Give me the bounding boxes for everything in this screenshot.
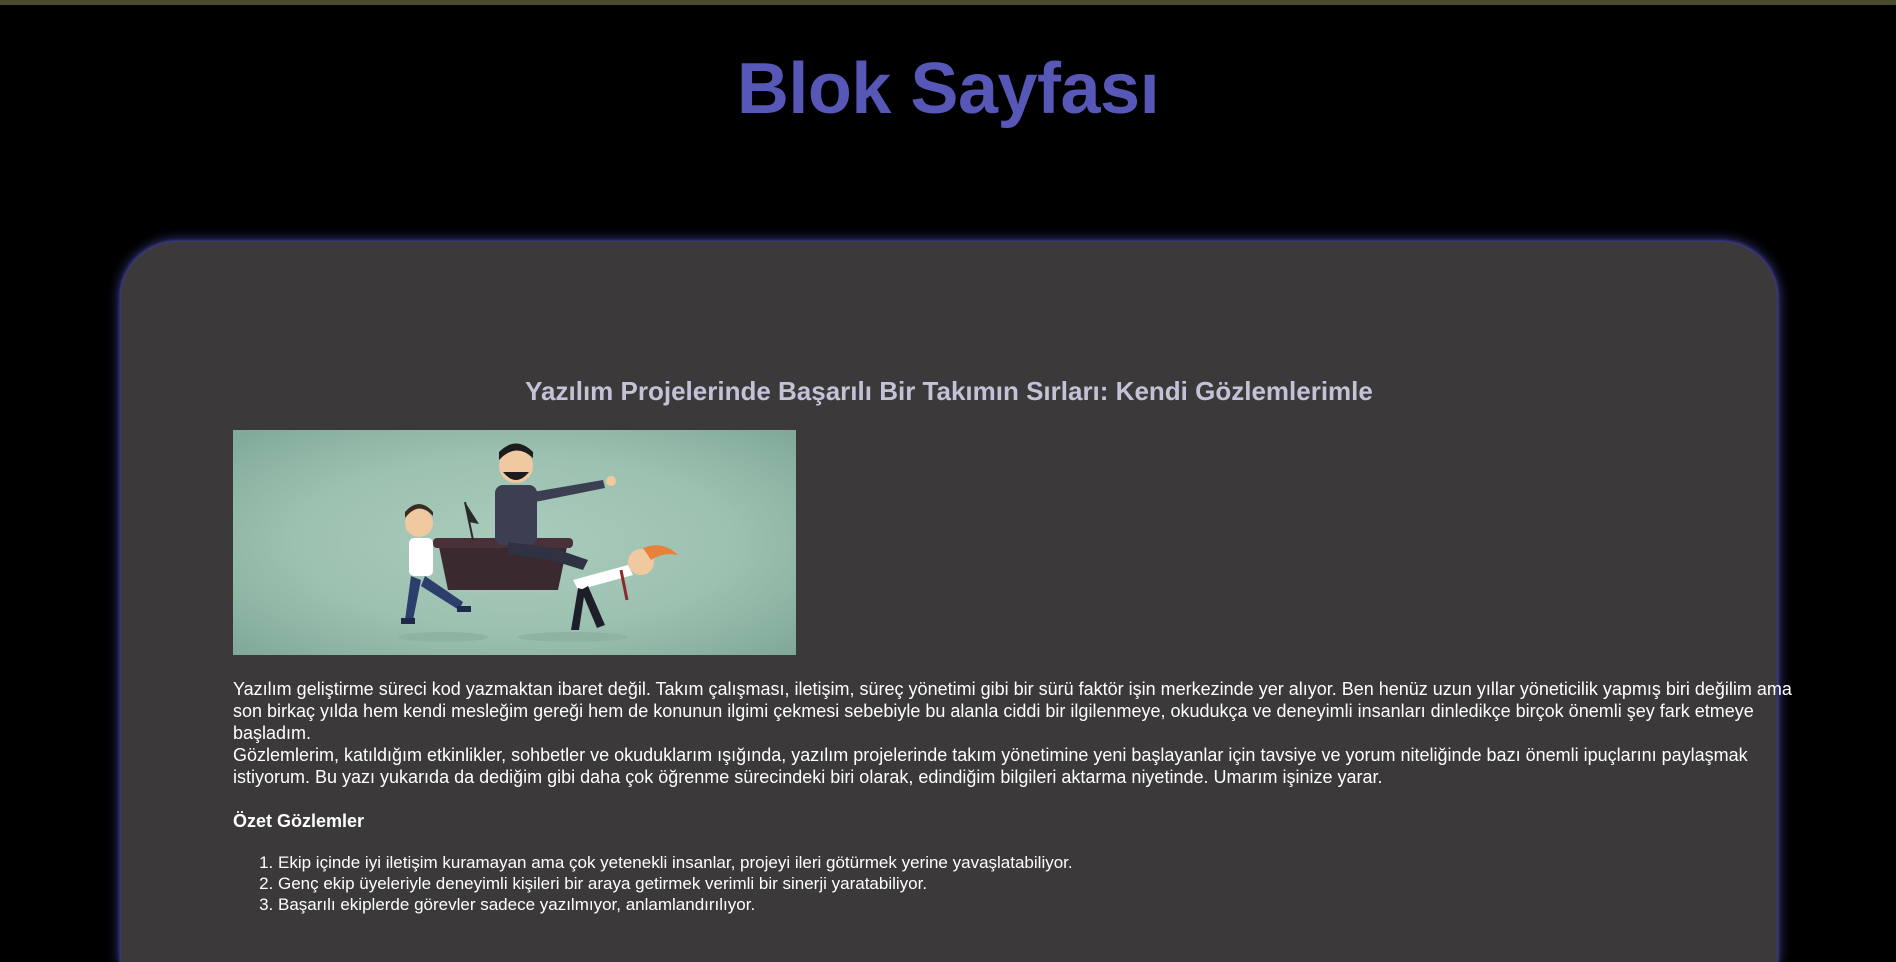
post-title: Yazılım Projelerinde Başarılı Bir Takımı… — [525, 376, 1373, 406]
post-body: Yazılım geliştirme süreci kod yazmaktan … — [233, 678, 1793, 915]
post-paragraph-intro: Yazılım geliştirme süreci kod yazmaktan … — [233, 679, 1792, 743]
summary-heading: Özet Gözlemler — [233, 811, 365, 831]
post-card: Yazılım Projelerinde Başarılı Bir Takımı… — [121, 242, 1792, 962]
list-item: Genç ekip üyeleriyle deneyimli kişileri … — [278, 873, 1793, 894]
post-paragraph-purpose: Gözlemlerim, katıldığım etkinlikler, soh… — [233, 745, 1748, 787]
top-strip — [0, 0, 1896, 5]
list-item: Ekip içinde iyi iletişim kuramayan ama ç… — [278, 852, 1793, 873]
site-title: Blok Sayfası — [736, 49, 1160, 129]
list-item: Başarılı ekiplerde görevler sadece yazıl… — [278, 894, 1793, 915]
team-leadership-illustration-icon — [233, 430, 796, 655]
observations-list: Ekip içinde iyi iletişim kuramayan ama ç… — [233, 852, 1793, 915]
